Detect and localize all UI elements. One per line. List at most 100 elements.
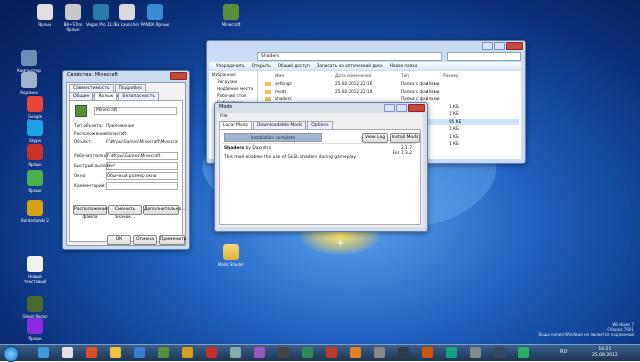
install-mods-button[interactable]: Install Mods bbox=[390, 133, 420, 143]
taskbar-app-icon[interactable] bbox=[374, 347, 385, 358]
property-field[interactable]: Нет bbox=[106, 162, 178, 170]
tab-compat[interactable]: Совместимость bbox=[69, 84, 114, 92]
maximize-button[interactable] bbox=[494, 42, 505, 50]
taskbar-app-icon[interactable] bbox=[62, 347, 73, 358]
tab-options[interactable]: Options bbox=[307, 121, 333, 129]
apply-button[interactable]: Применить bbox=[159, 235, 186, 245]
minimize-button[interactable] bbox=[384, 104, 395, 112]
explorer-titlebar[interactable] bbox=[207, 41, 525, 51]
language-indicator[interactable]: RU bbox=[560, 349, 567, 355]
menu-file[interactable]: File bbox=[220, 114, 228, 119]
close-button[interactable] bbox=[408, 104, 425, 112]
desktop-shortcut[interactable]: Ярлык bbox=[20, 170, 50, 193]
taskbar-app-icon[interactable] bbox=[86, 347, 97, 358]
taskbar-app-icon[interactable] bbox=[398, 347, 409, 358]
toolbar-button[interactable]: Упорядочить bbox=[216, 63, 245, 68]
col-name[interactable]: Имя bbox=[275, 73, 284, 78]
file-row[interactable]: settings 25.08.2012 22:16 Папка с файлами bbox=[261, 81, 519, 87]
toolbar-button[interactable]: Общий доступ bbox=[278, 63, 310, 68]
nav-item[interactable]: Избранное bbox=[209, 71, 257, 78]
taskbar: RU 16:21 25.08.2012 bbox=[0, 344, 640, 362]
desktop-shortcut[interactable]: PANDA Ярлык bbox=[140, 4, 170, 27]
taskbar-app-icon[interactable] bbox=[446, 347, 457, 358]
toolbar-button[interactable]: Записать на оптический диск bbox=[317, 63, 383, 68]
tab-downloadable-mods[interactable]: Downloadable Mods bbox=[252, 121, 307, 129]
clock[interactable]: 16:21 25.08.2012 bbox=[592, 347, 618, 359]
file-row[interactable]: mods 25.08.2012 22:18 Папка с файлами bbox=[261, 89, 519, 95]
taskbar-app-icon[interactable] bbox=[134, 347, 145, 358]
close-button[interactable] bbox=[170, 72, 187, 80]
tab-general[interactable]: Общие bbox=[69, 92, 94, 100]
taskbar-app-icon[interactable] bbox=[254, 347, 265, 358]
search-box[interactable] bbox=[447, 52, 521, 61]
col-type[interactable]: Тип bbox=[401, 73, 409, 78]
nav-item[interactable]: Загрузки bbox=[209, 78, 257, 85]
file-name: mods bbox=[275, 88, 287, 94]
windows-watermark: Windows 7 Сборка 7601 Ваша копия Windows… bbox=[538, 322, 634, 337]
taskbar-app-icon[interactable] bbox=[230, 347, 241, 358]
shortcut-icon bbox=[27, 96, 43, 112]
taskbar-app-icon[interactable] bbox=[422, 347, 433, 358]
file-size: 1 КБ bbox=[449, 126, 459, 131]
nav-item[interactable]: Недавние места bbox=[209, 85, 257, 92]
taskbar-app-icon[interactable] bbox=[182, 347, 193, 358]
mod-installer-titlebar[interactable]: Mods bbox=[215, 103, 427, 112]
file-list-header: Имя Дата изменения Тип Размер bbox=[261, 73, 519, 79]
desktop-shortcut[interactable]: BB+STrm Ярлык bbox=[58, 4, 88, 32]
mod-installer-window[interactable]: Mods File Local Mods Downloadable Mods Opt… bbox=[214, 102, 428, 232]
desktop-shortcut[interactable]: Новый текстовый bbox=[20, 256, 50, 284]
shortcut-icon bbox=[147, 4, 163, 20]
taskbar-app-icon[interactable] bbox=[350, 347, 361, 358]
toolbar-button[interactable]: Открыть bbox=[252, 63, 271, 68]
open-location-button[interactable]: Расположение файла bbox=[73, 205, 109, 220]
progress-bar: Installation complete bbox=[224, 133, 322, 142]
taskbar-app-icon[interactable] bbox=[38, 347, 49, 358]
desktop-shortcut[interactable]: Ярлык bbox=[20, 318, 50, 341]
view-log-button[interactable]: View Log bbox=[362, 133, 388, 143]
property-field[interactable]: F:\Игры\Games\Minecraft bbox=[106, 152, 178, 160]
taskbar-app-icon[interactable] bbox=[278, 347, 289, 358]
ok-button[interactable]: ОК bbox=[107, 235, 131, 245]
tab-local-mods[interactable]: Local Mods bbox=[219, 121, 252, 129]
taskbar-app-icon[interactable] bbox=[206, 347, 217, 358]
toolbar-button[interactable]: Новая папка bbox=[390, 63, 418, 68]
taskbar-app-icon[interactable] bbox=[470, 347, 481, 358]
desktop-shortcut[interactable]: Borderlands 2 bbox=[20, 200, 50, 223]
maximize-button[interactable] bbox=[396, 104, 407, 112]
mod-entry[interactable]: Shaders by Daxnitro 2.1.7 For 1.3.2 This… bbox=[222, 144, 416, 162]
tab-details[interactable]: Подробно bbox=[114, 84, 146, 92]
property-field[interactable]: Обычный размер окна bbox=[106, 172, 178, 180]
address-bar[interactable]: Shaders bbox=[257, 52, 442, 61]
desktop-shortcut[interactable]: Minecraft bbox=[216, 4, 246, 27]
col-size[interactable]: Размер bbox=[443, 73, 459, 78]
properties-titlebar[interactable]: Свойства: Minecraft bbox=[63, 71, 189, 80]
property-value: F:\Игры\Games\Minecraft\Minecraft.exe bbox=[106, 139, 178, 144]
taskbar-app-icon[interactable] bbox=[110, 347, 121, 358]
mods-shader-folder[interactable]: Mods Shader bbox=[216, 244, 246, 267]
advanced-button[interactable]: Дополнительно... bbox=[143, 205, 186, 215]
taskbar-app-icon[interactable] bbox=[326, 347, 337, 358]
tab-security[interactable]: Безопасность bbox=[118, 92, 160, 100]
file-type: Папка с файлами bbox=[401, 88, 440, 94]
properties-window[interactable]: Свойства: Minecraft Совместимость Подробн… bbox=[62, 70, 190, 250]
desktop-shortcut[interactable]: Корзина bbox=[14, 72, 44, 95]
change-icon-button[interactable]: Сменить значок... bbox=[108, 205, 142, 220]
taskbar-app-icon[interactable] bbox=[302, 347, 313, 358]
taskbar-app-icon[interactable] bbox=[494, 347, 505, 358]
taskbar-app-icon[interactable] bbox=[158, 347, 169, 358]
nav-item[interactable]: Рабочий стол bbox=[209, 92, 257, 99]
shortcut-icon bbox=[27, 256, 43, 272]
desktop-shortcut[interactable]: Ярлык bbox=[30, 4, 60, 27]
tab-shortcut[interactable]: Ярлык bbox=[94, 92, 118, 100]
mod-panel: Installation complete View Log Install M… bbox=[219, 129, 421, 225]
desktop-shortcut[interactable]: Skype bbox=[20, 120, 50, 143]
desktop-shortcut[interactable]: Ex Launcher bbox=[112, 4, 142, 27]
minimize-button[interactable] bbox=[482, 42, 493, 50]
cancel-button[interactable]: Отмена bbox=[133, 235, 157, 245]
taskbar-app-icon[interactable] bbox=[518, 347, 529, 358]
close-button[interactable] bbox=[506, 42, 523, 50]
col-date[interactable]: Дата изменения bbox=[335, 73, 371, 78]
desktop-shortcut[interactable]: Ярлык bbox=[20, 144, 50, 167]
property-field[interactable] bbox=[106, 182, 178, 190]
desktop-shortcut[interactable]: Компьютер bbox=[14, 50, 44, 73]
